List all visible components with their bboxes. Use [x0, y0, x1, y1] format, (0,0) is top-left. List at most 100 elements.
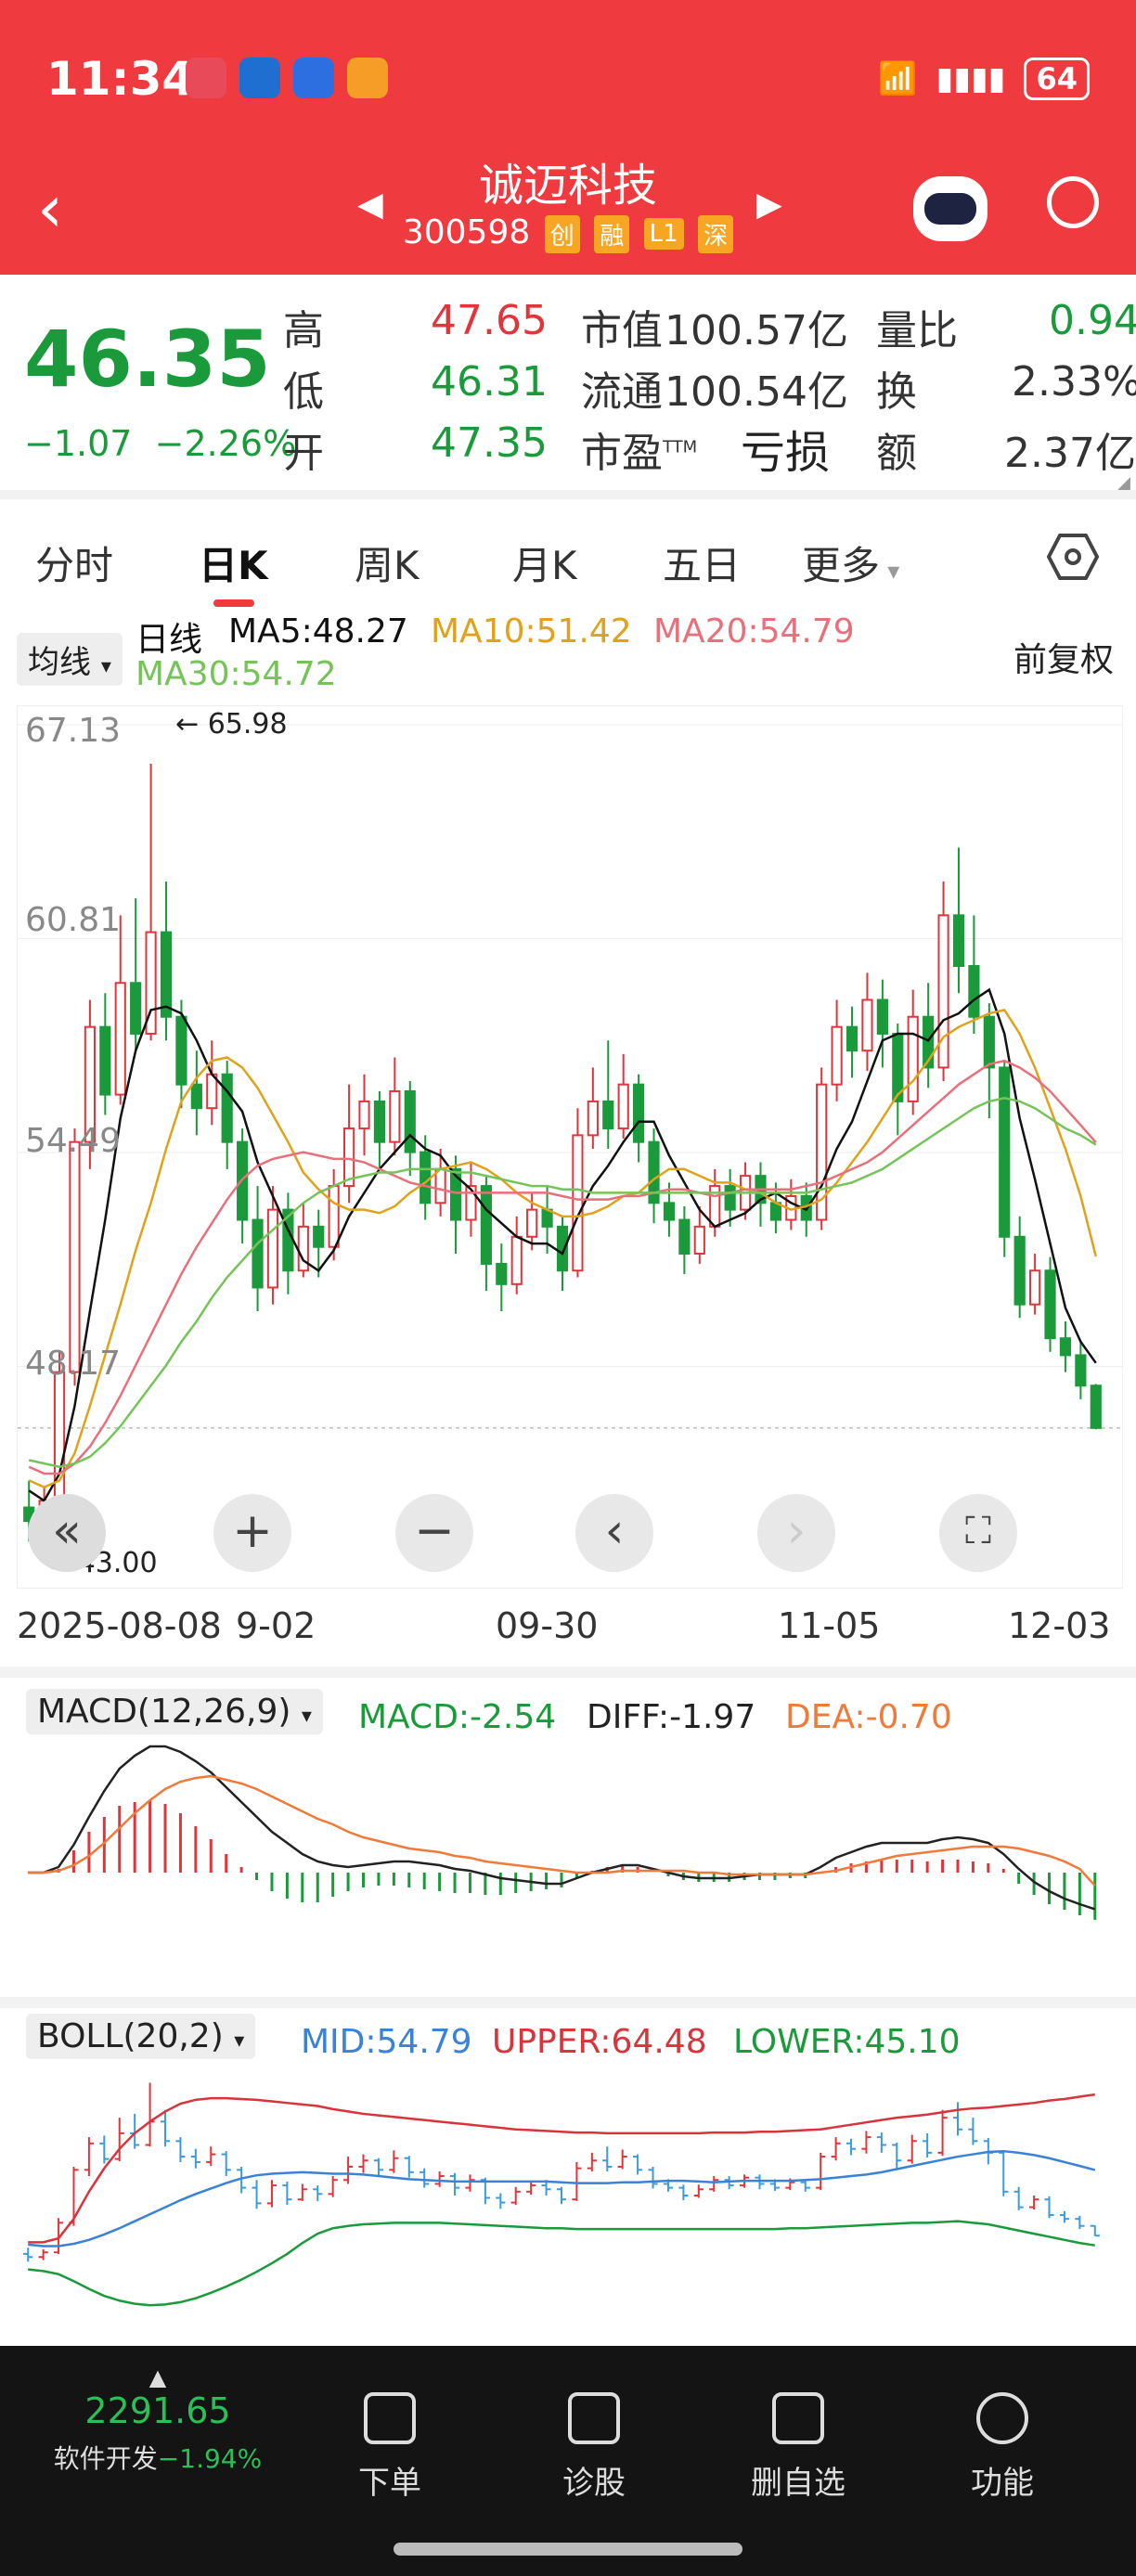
tag-l1: L1 [643, 218, 684, 250]
scroll-right-icon[interactable]: › [757, 1494, 835, 1572]
status-app-icons [186, 58, 388, 98]
settings-hexagon-icon[interactable] [1047, 531, 1099, 583]
index-value: 2291.65 [84, 2390, 231, 2431]
tab-monthly-k[interactable]: 月K [512, 535, 577, 591]
low-label: 低 [283, 368, 324, 416]
menu-circle-icon [976, 2392, 1028, 2444]
macd-selector[interactable]: MACD(12,26,9) ▾ [26, 1689, 323, 1734]
candle-body [861, 998, 873, 1052]
diagnose-button[interactable]: 诊股 [520, 2392, 668, 2503]
candle-body [1075, 1354, 1087, 1387]
high-annotation: ← 65.98 [175, 708, 288, 741]
tab-five-day[interactable]: 五日 [663, 535, 741, 591]
tab-weekly-k[interactable]: 周K [355, 535, 420, 591]
pe-ttm-sup: TTM [663, 437, 698, 457]
axis-tick-max: 67.13 [25, 712, 122, 750]
order-label: 下单 [358, 2465, 421, 2502]
vol-ratio-value: 0.94 [1049, 297, 1136, 344]
tag-shen: 深 [698, 214, 734, 253]
stock-code: 300598 [402, 213, 531, 251]
turnover-label: 换 [876, 368, 917, 416]
next-stock-icon[interactable]: ▶ [756, 186, 782, 224]
candle-body [876, 998, 888, 1035]
scroll-left-icon[interactable]: ‹ [575, 1494, 653, 1572]
ma-selector[interactable]: 均线 ▾ [17, 633, 123, 686]
boll-lower-line [28, 2220, 1095, 2307]
candle-body [252, 1218, 264, 1289]
tab-daily-k[interactable]: 日K [199, 535, 268, 591]
tab-more-label: 更多 [802, 543, 881, 588]
tab-more[interactable]: 更多 ▾ [802, 535, 899, 591]
wifi-icon: 📶 [878, 60, 918, 97]
boll-upper: UPPER:64.48 [492, 2023, 707, 2061]
candle-body [952, 914, 965, 968]
index-ticker[interactable]: ▲ 2291.65 软件开发−1.94% [37, 2364, 278, 2476]
mcap-label: 市值 [581, 307, 663, 354]
chart-controls: « + − ‹ › ⛶ [0, 1494, 1136, 1578]
candle-body [510, 1235, 523, 1285]
status-right: 📶 ▮▮▮▮ 64 [878, 58, 1090, 100]
ai-assistant-icon[interactable] [913, 176, 988, 241]
traffic-12123-icon [293, 58, 334, 98]
divider [0, 1667, 1136, 1678]
candle-body [1059, 1337, 1072, 1357]
price-change: −1.07 −2.26% [24, 423, 296, 464]
current-price: 46.35 [24, 314, 271, 405]
candle-body [389, 1089, 401, 1143]
chevron-down-icon: ▾ [880, 558, 900, 586]
candle-body [420, 1151, 432, 1204]
active-tab-indicator [213, 599, 254, 607]
change-percent: −2.26% [154, 423, 297, 464]
rewind-icon[interactable]: « [28, 1494, 106, 1572]
date-axis: 2025-08-08 9-02 09-30 11-05 12-03 [0, 1605, 1136, 1661]
high-value: 47.65 [431, 297, 548, 344]
macd-selector-label: MACD(12,26,9) [37, 1693, 291, 1731]
amount-label: 额 [876, 430, 917, 477]
candle-body [175, 1015, 187, 1086]
open-label: 开 [283, 430, 324, 477]
tab-intraday[interactable]: 分时 [35, 535, 113, 591]
boll-selector[interactable]: BOLL(20,2) ▾ [26, 2014, 256, 2059]
boll-lower: LOWER:45.10 [733, 2023, 961, 2061]
chevron-down-icon: ▾ [100, 655, 111, 678]
fullscreen-icon[interactable]: ⛶ [939, 1494, 1017, 1572]
zoom-out-icon[interactable]: − [395, 1494, 473, 1572]
order-button[interactable]: 下单 [316, 2392, 464, 2503]
date-tick-1: 9-02 [236, 1605, 316, 1646]
candle-body [678, 1218, 691, 1256]
diff-line [28, 1745, 1096, 1911]
float-label: 流通 [581, 368, 663, 416]
dea-line [28, 1774, 1096, 1887]
low-value: 46.31 [431, 358, 548, 406]
ma5-value: MA5:48.27 [228, 612, 408, 650]
ma30-value: MA30:54.72 [136, 655, 337, 693]
candle-body [496, 1262, 508, 1285]
zoom-in-icon[interactable]: + [213, 1494, 291, 1572]
functions-label: 功能 [971, 2465, 1034, 2502]
period-tabs: 分时 日K 周K 月K 五日 更多 ▾ [0, 509, 1136, 611]
search-icon[interactable] [1047, 176, 1099, 228]
divider [0, 490, 1136, 499]
candle-body [328, 1185, 340, 1248]
boll-chart [23, 2082, 1100, 2307]
candle-body [724, 1185, 736, 1211]
orange-app-icon [347, 58, 388, 98]
candle-body [572, 1134, 584, 1272]
amount-value: 2.37亿 [1004, 430, 1136, 477]
index-name: 软件开发 [53, 2443, 158, 2474]
index-change: −1.94% [157, 2443, 263, 2474]
dea-value: DEA:-0.70 [785, 1698, 952, 1736]
remove-watchlist-button[interactable]: 删自选 [724, 2392, 872, 2503]
functions-button[interactable]: 功能 [928, 2392, 1077, 2503]
candle-body [358, 1100, 370, 1130]
candle-body [114, 982, 126, 1096]
change-value: −1.07 [24, 423, 133, 464]
candle-body [434, 1167, 446, 1204]
date-tick-2: 09-30 [496, 1605, 599, 1646]
candle-body [130, 982, 142, 1035]
adjust-mode[interactable]: 前复权 [1013, 633, 1114, 681]
candle-body [831, 1025, 843, 1086]
bottom-toolbar: ▲ 2291.65 软件开发−1.94% 下单 诊股 删自选 功能 [0, 2346, 1136, 2576]
kline-chart-area[interactable]: 67.13 60.81 54.49 48.17 ← 65.98 ← 43.00 [17, 705, 1123, 1589]
candle-body [480, 1185, 492, 1265]
